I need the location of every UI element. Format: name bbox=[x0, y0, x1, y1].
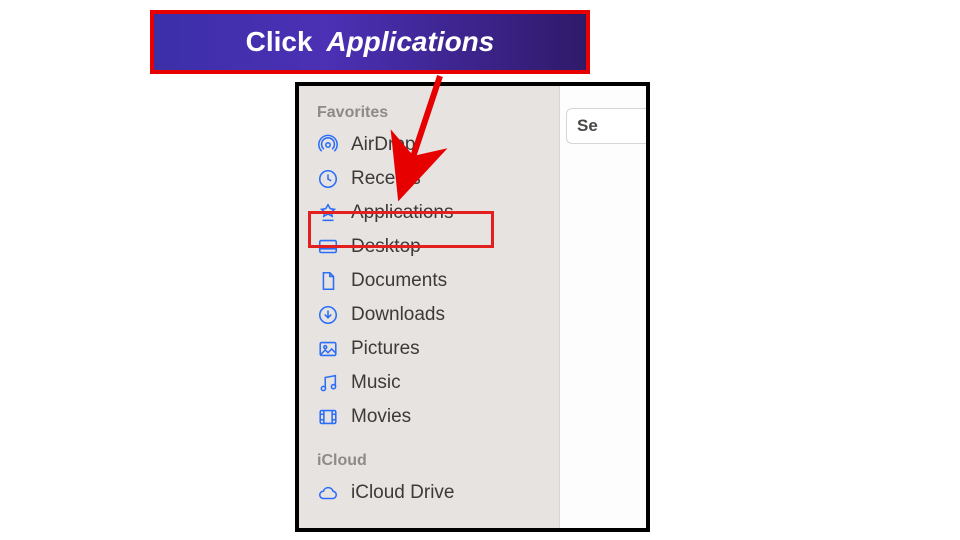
desktop-icon bbox=[315, 234, 341, 260]
applications-icon bbox=[315, 200, 341, 226]
callout-prefix: Click bbox=[246, 26, 313, 57]
callout-target: Applications bbox=[326, 26, 494, 57]
toolbar-tab-partial[interactable]: Se bbox=[566, 108, 650, 144]
music-icon bbox=[315, 370, 341, 396]
callout-text: Click Applications bbox=[246, 26, 495, 58]
sidebar-item-music[interactable]: Music bbox=[299, 366, 559, 400]
sidebar-item-label: Downloads bbox=[351, 304, 445, 327]
section-header-icloud: iCloud bbox=[299, 448, 559, 476]
sidebar-item-desktop[interactable]: Desktop bbox=[299, 230, 559, 264]
pictures-icon bbox=[315, 336, 341, 362]
cloud-icon bbox=[315, 480, 341, 506]
sidebar-item-downloads[interactable]: Downloads bbox=[299, 298, 559, 332]
movies-icon bbox=[315, 404, 341, 430]
instruction-callout: Click Applications bbox=[150, 10, 590, 74]
sidebar-item-icloud-drive[interactable]: iCloud Drive bbox=[299, 476, 559, 510]
clock-icon bbox=[315, 166, 341, 192]
sidebar-item-movies[interactable]: Movies bbox=[299, 400, 559, 434]
sidebar-item-label: Documents bbox=[351, 270, 447, 293]
sidebar-item-documents[interactable]: Documents bbox=[299, 264, 559, 298]
sidebar-item-airdrop[interactable]: AirDrop bbox=[299, 128, 559, 162]
document-icon bbox=[315, 268, 341, 294]
sidebar-item-label: AirDrop bbox=[351, 134, 415, 157]
sidebar-item-label: Recents bbox=[351, 168, 421, 191]
sidebar-item-recents[interactable]: Recents bbox=[299, 162, 559, 196]
sidebar-item-applications[interactable]: Applications bbox=[299, 196, 559, 230]
sidebar-item-label: Movies bbox=[351, 406, 411, 429]
sidebar-item-label: iCloud Drive bbox=[351, 482, 454, 505]
download-icon bbox=[315, 302, 341, 328]
sidebar-item-label: Applications bbox=[351, 202, 453, 225]
airdrop-icon bbox=[315, 132, 341, 158]
sidebar-item-pictures[interactable]: Pictures bbox=[299, 332, 559, 366]
content-pane-peek: Se bbox=[559, 86, 650, 528]
sidebar-item-label: Music bbox=[351, 372, 401, 395]
sidebar-item-label: Desktop bbox=[351, 236, 421, 259]
finder-sidebar: Favorites AirDrop Recents bbox=[299, 86, 559, 528]
finder-window-crop: Favorites AirDrop Recents bbox=[295, 82, 650, 532]
section-header-favorites: Favorites bbox=[299, 100, 559, 128]
sidebar-item-label: Pictures bbox=[351, 338, 420, 361]
